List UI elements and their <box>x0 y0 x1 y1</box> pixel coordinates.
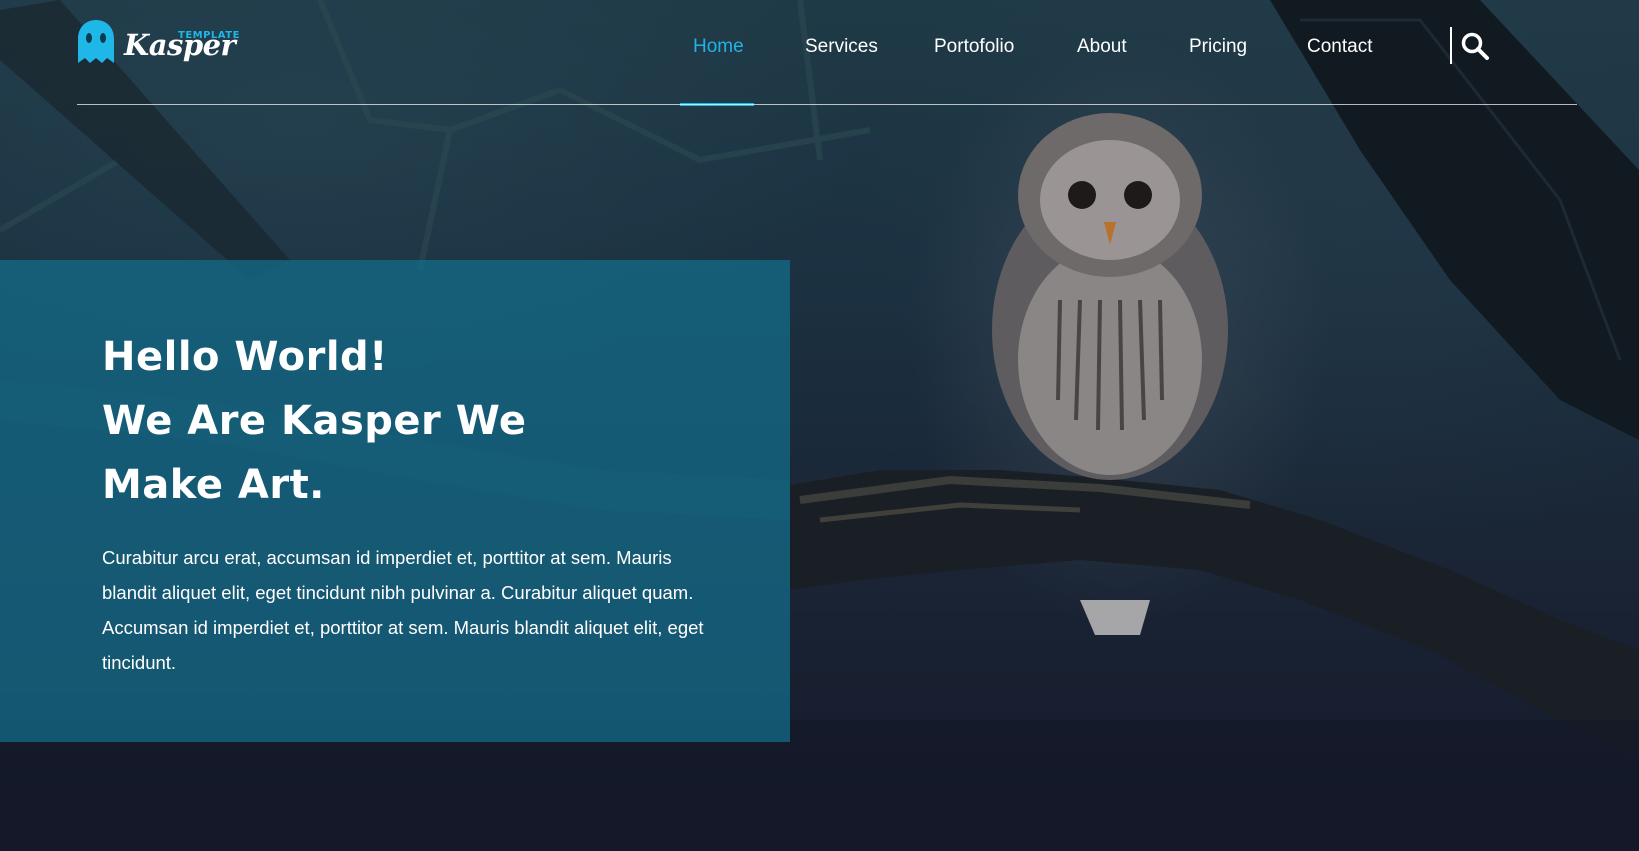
search-icon[interactable] <box>1460 31 1490 61</box>
nav-item-about[interactable]: About <box>1077 30 1127 64</box>
headline-line: Hello World! <box>102 334 388 380</box>
description-line: Accumsan id imperdiet et, porttitor at s… <box>102 617 704 638</box>
hero-headline: Hello World! We Are Kasper We Make Art. <box>102 325 702 517</box>
main-nav: Home Services Portofolio About Pricing C… <box>0 0 1639 106</box>
description-line: Curabitur arcu erat, accumsan id imperdi… <box>102 547 672 568</box>
header-divider <box>77 104 1577 105</box>
nav-item-services[interactable]: Services <box>805 30 878 64</box>
nav-item-contact[interactable]: Contact <box>1307 30 1372 64</box>
headline-line: Make Art. <box>102 462 325 508</box>
search-separator <box>1450 27 1452 64</box>
description-line: blandit aliquet elit, eget tincidunt nib… <box>102 582 694 603</box>
hero-description: Curabitur arcu erat, accumsan id imperdi… <box>102 540 717 680</box>
nav-item-pricing[interactable]: Pricing <box>1189 30 1247 64</box>
headline-line: We Are Kasper We <box>102 398 527 444</box>
description-line: tincidunt. <box>102 652 177 673</box>
nav-item-home[interactable]: Home <box>693 30 744 64</box>
nav-item-portofolio[interactable]: Portofolio <box>934 30 1014 64</box>
